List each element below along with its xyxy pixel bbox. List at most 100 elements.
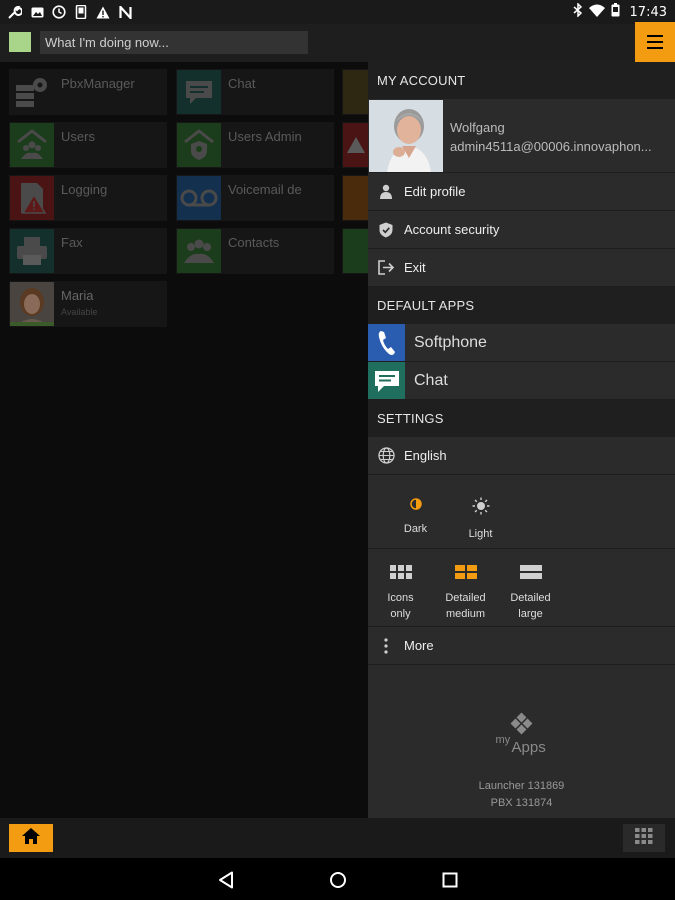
layout-icons-only-label: Icons only — [387, 592, 414, 620]
theme-dark-label: Dark — [403, 523, 428, 535]
profile-card[interactable]: Wolfgang admin4511a@00006.innovaphon... — [368, 99, 675, 173]
app-tile-pbxmanager[interactable]: PbxManager — [9, 69, 167, 115]
layout-detailed-medium-option[interactable]: Detailed medium — [433, 549, 498, 626]
launcher-version: Launcher 131869 — [478, 780, 565, 792]
bluetooth-icon — [573, 2, 583, 21]
half-moon-icon — [409, 497, 422, 515]
tile-label: Users — [61, 129, 95, 144]
tile-label: Voicemail de — [228, 182, 302, 197]
tile-label: Chat — [228, 76, 256, 91]
tile-label: Users Admin — [228, 129, 302, 144]
sun-icon — [472, 497, 490, 520]
language-item[interactable]: English — [368, 437, 675, 475]
default-app-softphone[interactable]: Softphone — [368, 324, 675, 362]
grid-medium-icon — [454, 565, 477, 584]
app-tile-partial-4[interactable] — [342, 228, 369, 274]
shield-icon — [368, 222, 404, 238]
exit-label: Exit — [404, 260, 426, 275]
users-admin-icon — [177, 123, 221, 167]
chat-icon — [368, 362, 405, 399]
theme-light-label: Light — [468, 528, 493, 540]
app-tile-fax[interactable]: Fax — [9, 228, 167, 274]
top-bar — [0, 24, 675, 62]
image-icon — [30, 5, 44, 19]
presence-indicator[interactable] — [9, 32, 31, 52]
more-label: More — [404, 638, 434, 653]
layout-icons-only-option[interactable]: Icons only — [368, 549, 433, 626]
exit-item[interactable]: Exit — [368, 249, 675, 287]
exit-icon — [368, 260, 404, 275]
wrench-icon — [8, 5, 22, 19]
chat-label: Chat — [414, 371, 448, 389]
user-name: Wolfgang — [450, 120, 505, 135]
tile-label: Fax — [61, 235, 83, 250]
apps-grid-icon — [635, 827, 653, 849]
tile-label: Contacts — [228, 235, 280, 250]
layout-detailed-large-option[interactable]: Detailed large — [498, 549, 563, 626]
app-tile-voicemail[interactable]: Voicemail de — [176, 175, 334, 221]
system-navigation-bar — [0, 858, 675, 900]
tile-status: Available — [61, 307, 98, 317]
user-email: admin4511a@00006.innovaphon... — [450, 139, 652, 154]
app-tile-partial-1[interactable] — [342, 69, 369, 115]
contacts-icon — [177, 229, 221, 273]
app-tile-maria[interactable]: Maria Available — [9, 281, 167, 327]
app-tile-partial-2[interactable] — [342, 122, 369, 168]
warning-icon — [343, 123, 369, 167]
bottom-bar — [0, 818, 675, 858]
status-bar: 17:43 — [0, 0, 675, 24]
app-grid-button[interactable] — [623, 824, 665, 852]
more-vertical-icon — [368, 637, 404, 654]
fax-icon — [10, 229, 54, 273]
home-button[interactable] — [9, 824, 53, 852]
recents-button[interactable] — [438, 868, 462, 892]
clock-time: 17:43 — [629, 4, 667, 20]
chart-icon — [343, 176, 369, 220]
gear-icon — [10, 70, 54, 114]
users-icon — [10, 123, 54, 167]
logo-apps: Apps — [511, 739, 546, 756]
menu-button[interactable] — [635, 22, 675, 62]
app-tile-chat[interactable]: Chat — [176, 69, 334, 115]
section-header-default-apps: DEFAULT APPS — [368, 287, 675, 324]
back-button[interactable] — [214, 868, 238, 892]
myapps-footer: my Apps Launcher 131869 PBX 131874 — [368, 712, 675, 812]
app-tile-contacts[interactable]: Contacts — [176, 228, 334, 274]
softphone-label: Softphone — [414, 333, 487, 351]
app-tile-partial-3[interactable] — [342, 175, 369, 221]
home-nav-button[interactable] — [326, 868, 350, 892]
globe-icon — [368, 447, 404, 464]
more-item[interactable]: More — [368, 627, 675, 665]
tile-label: PbxManager — [61, 76, 135, 91]
layout-selector: Icons only Detailed medium Detailed larg… — [368, 549, 675, 627]
layout-detailed-medium-label: Detailed medium — [445, 592, 486, 620]
theme-dark-option[interactable]: Dark — [383, 475, 448, 548]
section-header-settings: SETTINGS — [368, 400, 675, 437]
edit-profile-label: Edit profile — [404, 184, 466, 199]
account-security-label: Account security — [404, 222, 500, 237]
grid-large-icon — [519, 565, 542, 584]
default-app-chat[interactable]: Chat — [368, 362, 675, 400]
layout-detailed-large-label: Detailed large — [510, 592, 551, 620]
tile-label: Maria — [61, 288, 94, 303]
theme-light-option[interactable]: Light — [448, 475, 513, 548]
logging-icon — [10, 176, 54, 220]
person-icon — [368, 184, 404, 199]
phone-icon — [368, 324, 405, 361]
app-tile-logging[interactable]: Logging — [9, 175, 167, 221]
n-icon — [118, 5, 132, 19]
voicemail-icon — [177, 176, 221, 220]
puzzle-icon — [343, 70, 369, 114]
edit-profile-item[interactable]: Edit profile — [368, 173, 675, 211]
section-header-my-account: MY ACCOUNT — [368, 62, 675, 99]
language-label: English — [404, 448, 447, 463]
tile-label: Logging — [61, 182, 108, 197]
account-security-item[interactable]: Account security — [368, 211, 675, 249]
app-tile-users-admin[interactable]: Users Admin — [176, 122, 334, 168]
phone-device-icon — [74, 5, 88, 19]
users-icon — [343, 229, 369, 273]
account-drawer: MY ACCOUNT Wolfgang admin4511a@00006.inn… — [368, 62, 675, 818]
app-tile-users[interactable]: Users — [9, 122, 167, 168]
hamburger-icon — [647, 35, 663, 49]
status-message-input[interactable] — [40, 31, 308, 54]
